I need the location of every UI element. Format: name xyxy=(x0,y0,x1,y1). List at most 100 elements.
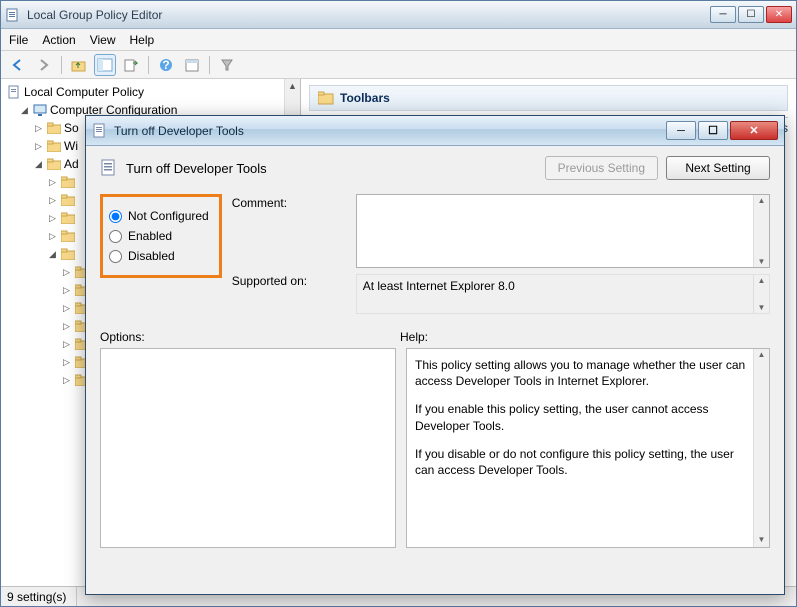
filter-button[interactable] xyxy=(216,54,238,76)
forward-button[interactable] xyxy=(33,54,55,76)
svg-text:?: ? xyxy=(162,58,169,72)
policy-dialog: Turn off Developer Tools ─ ☐ ✕ Turn off … xyxy=(85,115,785,595)
help-label: Help: xyxy=(400,330,428,344)
menu-help[interactable]: Help xyxy=(130,33,155,47)
collapse-icon[interactable]: ◢ xyxy=(35,155,44,173)
scroll-up-icon: ▲ xyxy=(286,79,299,93)
back-button[interactable] xyxy=(7,54,29,76)
help-paragraph: This policy setting allows you to manage… xyxy=(415,357,749,389)
supported-label: Supported on: xyxy=(232,274,346,288)
help-pane: This policy setting allows you to manage… xyxy=(406,348,770,548)
folder-icon xyxy=(318,91,334,105)
expand-icon[interactable]: ▷ xyxy=(63,353,72,371)
expand-icon[interactable]: ▷ xyxy=(63,299,72,317)
expand-icon[interactable]: ▷ xyxy=(49,209,58,227)
field-labels-column: Comment: Supported on: xyxy=(232,194,346,314)
computer-icon xyxy=(33,103,47,117)
dialog-mid-row: Not Configured Enabled Disabled Comment:… xyxy=(100,194,770,320)
scroll-up-icon: ▲ xyxy=(757,275,767,286)
expand-icon[interactable]: ▷ xyxy=(49,173,58,191)
tree-item-label: Wi xyxy=(64,137,78,155)
help-paragraph: If you enable this policy setting, the u… xyxy=(415,401,749,433)
radio-disabled-input[interactable] xyxy=(109,250,122,263)
expand-icon[interactable]: ▷ xyxy=(49,191,58,209)
maximize-button[interactable]: ☐ xyxy=(738,6,764,23)
arrow-right-icon xyxy=(37,58,51,72)
expand-icon[interactable]: ▷ xyxy=(63,263,72,281)
dialog-header-row: Turn off Developer Tools Previous Settin… xyxy=(100,156,770,180)
dialog-maximize-button[interactable]: ☐ xyxy=(698,121,728,140)
expand-icon[interactable]: ▷ xyxy=(63,317,72,335)
up-folder-button[interactable] xyxy=(68,54,90,76)
tree-root[interactable]: Local Computer Policy xyxy=(7,83,300,101)
collapse-icon[interactable]: ◢ xyxy=(21,101,30,119)
toolbar-separator xyxy=(209,56,210,74)
properties-button[interactable] xyxy=(181,54,203,76)
next-setting-button[interactable]: Next Setting xyxy=(666,156,770,180)
folder-icon xyxy=(61,230,75,242)
scroll-down-icon: ▼ xyxy=(757,534,767,547)
menu-view[interactable]: View xyxy=(90,33,116,47)
field-values-column: ▲▼ At least Internet Explorer 8.0 ▲▼ xyxy=(356,194,770,314)
folder-icon xyxy=(61,212,75,224)
minimize-button[interactable]: ─ xyxy=(710,6,736,23)
radio-enabled-input[interactable] xyxy=(109,230,122,243)
status-text: 9 setting(s) xyxy=(7,587,77,606)
expand-icon[interactable]: ▷ xyxy=(35,137,44,155)
previous-setting-button[interactable]: Previous Setting xyxy=(545,156,658,180)
lower-labels-row: Options: Help: xyxy=(100,330,770,344)
show-tree-button[interactable] xyxy=(94,54,116,76)
dialog-body: Turn off Developer Tools Previous Settin… xyxy=(86,146,784,594)
collapse-icon[interactable]: ◢ xyxy=(49,245,58,263)
expand-icon[interactable]: ▷ xyxy=(63,371,72,389)
tree-root-label: Local Computer Policy xyxy=(24,83,144,101)
dialog-titlebar: Turn off Developer Tools ─ ☐ ✕ xyxy=(86,116,784,146)
menu-action[interactable]: Action xyxy=(42,33,75,47)
radio-enabled[interactable]: Enabled xyxy=(109,229,209,243)
scroll-down-icon: ▼ xyxy=(757,302,767,313)
radio-disabled-label: Disabled xyxy=(128,249,175,263)
expand-icon[interactable]: ▷ xyxy=(49,227,58,245)
close-button[interactable]: ✕ xyxy=(766,6,792,23)
folder-icon xyxy=(61,194,75,206)
radio-not-configured[interactable]: Not Configured xyxy=(109,209,209,223)
expand-icon[interactable]: ▷ xyxy=(63,335,72,353)
tree-item-label: So xyxy=(64,119,79,137)
expand-icon[interactable]: ▷ xyxy=(35,119,44,137)
help-scrollbar[interactable]: ▲▼ xyxy=(753,349,769,547)
supported-on-value: At least Internet Explorer 8.0 xyxy=(363,279,515,293)
export-button[interactable] xyxy=(120,54,142,76)
dialog-close-button[interactable]: ✕ xyxy=(730,121,778,140)
comment-textarea[interactable]: ▲▼ xyxy=(356,194,770,268)
toolbar: ? xyxy=(1,51,796,79)
scroll-up-icon: ▲ xyxy=(757,349,767,362)
help-icon: ? xyxy=(159,58,173,72)
radio-not-configured-input[interactable] xyxy=(109,210,122,223)
comment-label: Comment: xyxy=(232,196,346,210)
folder-up-icon xyxy=(71,58,87,72)
folder-icon xyxy=(47,158,61,170)
main-title: Local Group Policy Editor xyxy=(27,8,162,22)
dialog-title: Turn off Developer Tools xyxy=(114,124,244,138)
radio-disabled[interactable]: Disabled xyxy=(109,249,209,263)
radio-enabled-label: Enabled xyxy=(128,229,172,243)
scroll-down-icon: ▼ xyxy=(757,256,767,267)
scroll-up-icon: ▲ xyxy=(757,195,767,206)
dialog-minimize-button[interactable]: ─ xyxy=(666,121,696,140)
expand-icon[interactable]: ▷ xyxy=(63,281,72,299)
gpedit-icon xyxy=(5,7,21,23)
help-paragraph: If you disable or do not configure this … xyxy=(415,446,749,478)
policy-icon xyxy=(7,85,21,99)
help-button[interactable]: ? xyxy=(155,54,177,76)
menubar: File Action View Help xyxy=(1,29,796,51)
arrow-left-icon xyxy=(11,58,25,72)
menu-file[interactable]: File xyxy=(9,33,28,47)
options-pane xyxy=(100,348,396,548)
tree-view-icon xyxy=(97,58,113,72)
toolbar-separator xyxy=(148,56,149,74)
properties-icon xyxy=(184,58,200,72)
folder-icon xyxy=(61,176,75,188)
supported-scrollbar[interactable]: ▲▼ xyxy=(753,275,769,313)
comment-scrollbar[interactable]: ▲▼ xyxy=(753,195,769,267)
folder-icon xyxy=(47,140,61,152)
